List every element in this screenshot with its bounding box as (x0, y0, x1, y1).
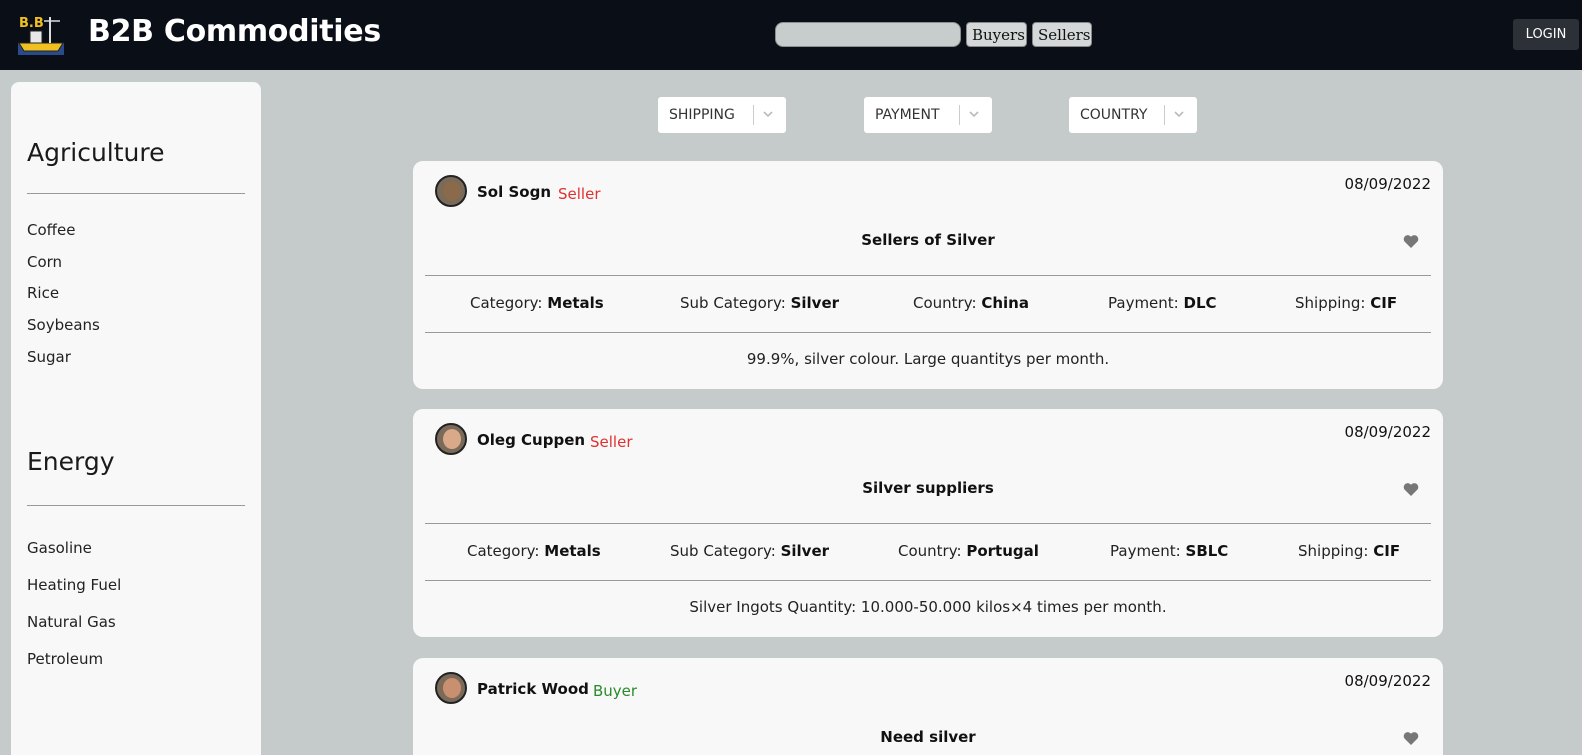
filter-separator (753, 105, 754, 125)
role-badge: Buyer (593, 682, 638, 700)
listing-title[interactable]: Silver suppliers (413, 479, 1443, 497)
listing-description: 99.9%, silver colour. Large quantitys pe… (746, 350, 1110, 368)
sidebar-item-natural-gas[interactable]: Natural Gas (27, 613, 116, 631)
listing-card[interactable]: Sol Sogn Seller 08/09/2022 Sellers of Si… (413, 161, 1443, 389)
section-divider (27, 193, 245, 194)
role-badge: Seller (590, 433, 633, 451)
country-field: Country: Portugal (898, 542, 1039, 560)
heart-icon[interactable] (1403, 234, 1419, 249)
sidebar-item-coffee[interactable]: Coffee (27, 221, 75, 239)
payment-filter-select[interactable]: PAYMENT (864, 97, 992, 133)
category-sidebar: Agriculture Coffee Corn Rice Soybeans Su… (11, 82, 261, 755)
avatar[interactable] (435, 672, 467, 704)
login-button[interactable]: LOGIN (1513, 19, 1579, 50)
user-name[interactable]: Sol Sogn (477, 183, 551, 201)
divider (425, 275, 1431, 276)
buyers-button[interactable]: Buyers (966, 22, 1027, 47)
divider (425, 523, 1431, 524)
role-badge: Seller (558, 185, 601, 203)
filter-separator (1164, 105, 1165, 125)
category-field: Category: Metals (467, 542, 601, 560)
sidebar-item-soybeans[interactable]: Soybeans (27, 316, 100, 334)
sellers-button[interactable]: Sellers (1032, 22, 1092, 47)
heart-icon[interactable] (1403, 482, 1419, 497)
shipping-field: Shipping: CIF (1298, 542, 1401, 560)
listing-description: Silver Ingots Quantity: 10.000-50.000 ki… (689, 598, 1167, 616)
chevron-down-icon (969, 111, 979, 118)
section-divider (27, 505, 245, 506)
sidebar-item-rice[interactable]: Rice (27, 284, 59, 302)
shipping-filter-select[interactable]: SHIPPING (658, 97, 786, 133)
shipping-field: Shipping: CIF (1295, 294, 1398, 312)
top-navbar: B.B B2B Commodities Buyers Sellers LOGIN (0, 0, 1582, 70)
user-name[interactable]: Patrick Wood (477, 680, 589, 698)
avatar[interactable] (435, 423, 467, 455)
payment-field: Payment: SBLC (1110, 542, 1229, 560)
country-field: Country: China (913, 294, 1029, 312)
filter-label: PAYMENT (875, 107, 940, 123)
sub-category-field: Sub Category: Silver (680, 294, 840, 312)
filter-label: SHIPPING (669, 107, 735, 123)
sub-category-field: Sub Category: Silver (670, 542, 830, 560)
divider (425, 580, 1431, 581)
divider (425, 332, 1431, 333)
post-date: 08/09/2022 (1344, 175, 1431, 193)
logo-icon[interactable]: B.B (16, 13, 66, 57)
sidebar-item-petroleum[interactable]: Petroleum (27, 650, 103, 668)
category-field: Category: Metals (470, 294, 604, 312)
listing-title[interactable]: Sellers of Silver (413, 231, 1443, 249)
section-title-agriculture: Agriculture (27, 138, 165, 167)
sidebar-item-sugar[interactable]: Sugar (27, 348, 71, 366)
brand-title[interactable]: B2B Commodities (88, 14, 381, 49)
country-filter-select[interactable]: COUNTRY (1069, 97, 1197, 133)
search-input[interactable] (775, 22, 961, 47)
section-title-energy: Energy (27, 447, 115, 476)
post-date: 08/09/2022 (1344, 672, 1431, 690)
sidebar-item-gasoline[interactable]: Gasoline (27, 539, 92, 557)
avatar[interactable] (435, 175, 467, 207)
chevron-down-icon (1174, 111, 1184, 118)
heart-icon[interactable] (1403, 731, 1419, 746)
listing-card[interactable]: Oleg Cuppen Seller 08/09/2022 Silver sup… (413, 409, 1443, 637)
listing-card[interactable]: Patrick Wood Buyer 08/09/2022 Need silve… (413, 658, 1443, 755)
sidebar-item-heating-fuel[interactable]: Heating Fuel (27, 576, 121, 594)
filter-separator (959, 105, 960, 125)
payment-field: Payment: DLC (1108, 294, 1217, 312)
filter-label: COUNTRY (1080, 107, 1148, 123)
user-name[interactable]: Oleg Cuppen (477, 431, 585, 449)
chevron-down-icon (763, 111, 773, 118)
svg-text:B.B: B.B (19, 16, 44, 31)
listing-title[interactable]: Need silver (413, 728, 1443, 746)
sidebar-item-corn[interactable]: Corn (27, 253, 62, 271)
post-date: 08/09/2022 (1344, 423, 1431, 441)
